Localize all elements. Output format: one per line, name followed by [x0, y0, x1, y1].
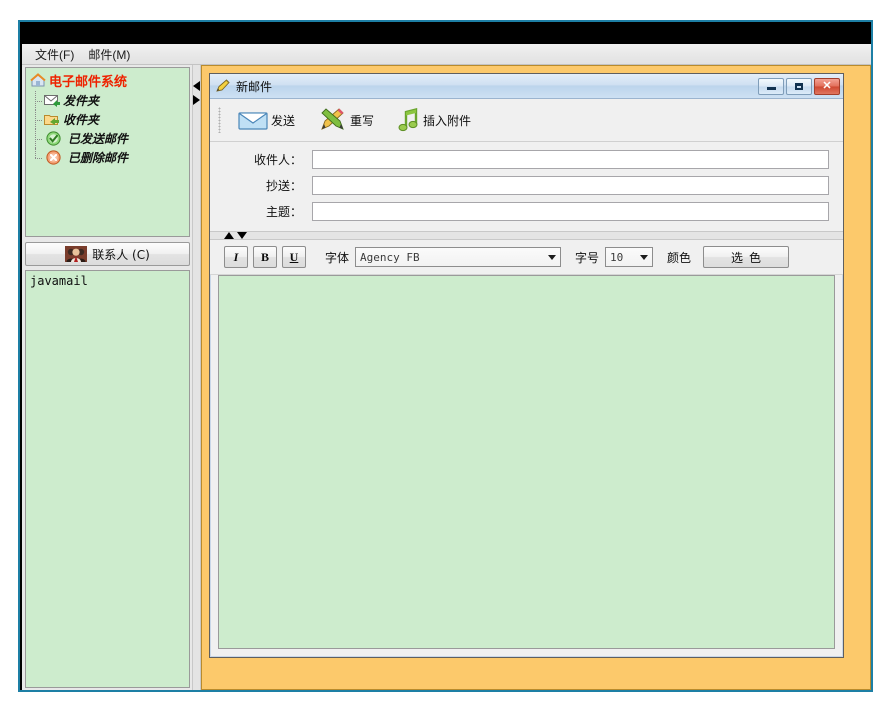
deleted-x-icon: [46, 150, 62, 165]
to-field-row: 收件人：: [220, 150, 829, 169]
close-button[interactable]: ✕: [814, 77, 840, 95]
send-button-label: 发送: [271, 113, 296, 128]
italic-button[interactable]: I: [224, 246, 248, 268]
tree-item-sent-label: 已发送邮件: [68, 132, 129, 146]
folder-tree[interactable]: 电子邮件系统 发件夹 收件夹 已发送邮件 已删除邮件: [25, 67, 190, 237]
collapse-up-arrow-icon[interactable]: [224, 232, 234, 239]
inbox-folder-icon: [44, 112, 60, 127]
contacts-avatar-icon: [65, 246, 88, 262]
tree-item-inbox-label: 收件夹: [63, 113, 100, 127]
tree-root-item[interactable]: 电子邮件系统: [26, 68, 189, 91]
contacts-button[interactable]: 联系人 (C): [25, 242, 190, 266]
contacts-list[interactable]: javamail: [25, 270, 190, 688]
minimize-icon: [766, 87, 776, 90]
sidebar: 电子邮件系统 发件夹 收件夹 已发送邮件 已删除邮件 联系人 (C) javam…: [22, 65, 192, 690]
tree-item-outbox-label: 发件夹: [63, 94, 100, 108]
font-family-value: Agency FB: [360, 250, 420, 264]
tree-item-deleted-label: 已删除邮件: [68, 151, 129, 165]
horizontal-splitter[interactable]: [210, 231, 843, 240]
music-note-icon: [398, 108, 420, 132]
cc-field-label: 抄送：: [265, 179, 302, 193]
insert-attachment-button[interactable]: 插入附件: [393, 105, 476, 135]
menu-bar: 文件(F) 邮件(M): [22, 44, 871, 65]
tree-root-label: 电子邮件系统: [49, 75, 128, 90]
send-button[interactable]: 发送: [233, 106, 300, 134]
rewrite-button[interactable]: 重写: [314, 104, 379, 136]
compose-pencil-icon: [216, 79, 231, 93]
tree-item-sent[interactable]: 已发送邮件: [26, 129, 189, 148]
subject-field[interactable]: [312, 202, 829, 221]
to-field-label: 收件人：: [253, 153, 302, 167]
font-size-label: 字号: [575, 250, 600, 265]
insert-attachment-button-label: 插入附件: [423, 113, 472, 128]
subject-field-row: 主题：: [220, 202, 829, 221]
font-size-select[interactable]: 10: [605, 247, 654, 267]
chevron-down-icon[interactable]: [544, 254, 560, 260]
pencils-icon: [319, 107, 347, 133]
font-label: 字体: [325, 250, 350, 265]
menu-file[interactable]: 文件(F): [28, 44, 81, 65]
format-toolbar: I B U 字体 Agency FB 字号 10 颜色 选色: [210, 240, 843, 275]
vertical-splitter[interactable]: [192, 65, 201, 690]
compose-toolbar: 发送 重写 插入附件: [210, 99, 843, 142]
contacts-button-label: 联系人 (C): [92, 247, 150, 262]
maximize-button[interactable]: [786, 77, 812, 95]
mdi-desktop: 新邮件 ✕ 发送 重写 插入附件 收件人： 抄送： 主题： I B U 字体 A…: [201, 65, 871, 690]
collapse-left-arrow-icon[interactable]: [193, 81, 200, 91]
font-family-select[interactable]: Agency FB: [355, 247, 562, 267]
color-label: 颜色: [667, 250, 692, 265]
toolbar-grip[interactable]: [218, 107, 221, 133]
close-icon: ✕: [822, 79, 832, 92]
list-item[interactable]: javamail: [30, 274, 185, 288]
tree-item-deleted[interactable]: 已删除邮件: [26, 148, 189, 167]
message-body-editor[interactable]: [218, 275, 835, 649]
cc-field-row: 抄送：: [220, 176, 829, 195]
rewrite-button-label: 重写: [350, 113, 375, 128]
envelope-icon: [238, 109, 268, 131]
menu-mail[interactable]: 邮件(M): [81, 44, 137, 65]
collapse-right-arrow-icon[interactable]: [193, 95, 200, 105]
to-field[interactable]: [312, 150, 829, 169]
window-title-band: [20, 22, 871, 44]
font-size-value: 10: [610, 250, 624, 264]
outbox-envelope-icon: [44, 93, 60, 108]
collapse-down-arrow-icon[interactable]: [237, 232, 247, 239]
main-content-area: 电子邮件系统 发件夹 收件夹 已发送邮件 已删除邮件 联系人 (C) javam…: [22, 65, 871, 690]
tree-item-inbox[interactable]: 收件夹: [26, 110, 189, 129]
chevron-down-icon[interactable]: [636, 254, 652, 260]
sent-check-icon: [46, 131, 62, 146]
subject-field-label: 主题：: [265, 205, 302, 219]
choose-color-button[interactable]: 选色: [703, 246, 790, 268]
compose-window-titlebar[interactable]: 新邮件 ✕: [210, 74, 843, 99]
tree-item-outbox[interactable]: 发件夹: [26, 91, 189, 110]
underline-button[interactable]: U: [282, 246, 306, 268]
compose-window: 新邮件 ✕ 发送 重写 插入附件 收件人： 抄送： 主题： I B U 字体 A…: [209, 73, 844, 658]
compose-window-title: 新邮件: [236, 79, 273, 94]
maximize-icon: [795, 82, 803, 90]
compose-fields: 收件人： 抄送： 主题：: [210, 142, 843, 231]
application-window: 文件(F) 邮件(M) 电子邮件系统 发件夹 收件夹 已发送邮件 已删除邮件 联…: [18, 20, 873, 692]
minimize-button[interactable]: [758, 77, 784, 95]
home-icon: [30, 73, 46, 88]
cc-field[interactable]: [312, 176, 829, 195]
bold-button[interactable]: B: [253, 246, 277, 268]
